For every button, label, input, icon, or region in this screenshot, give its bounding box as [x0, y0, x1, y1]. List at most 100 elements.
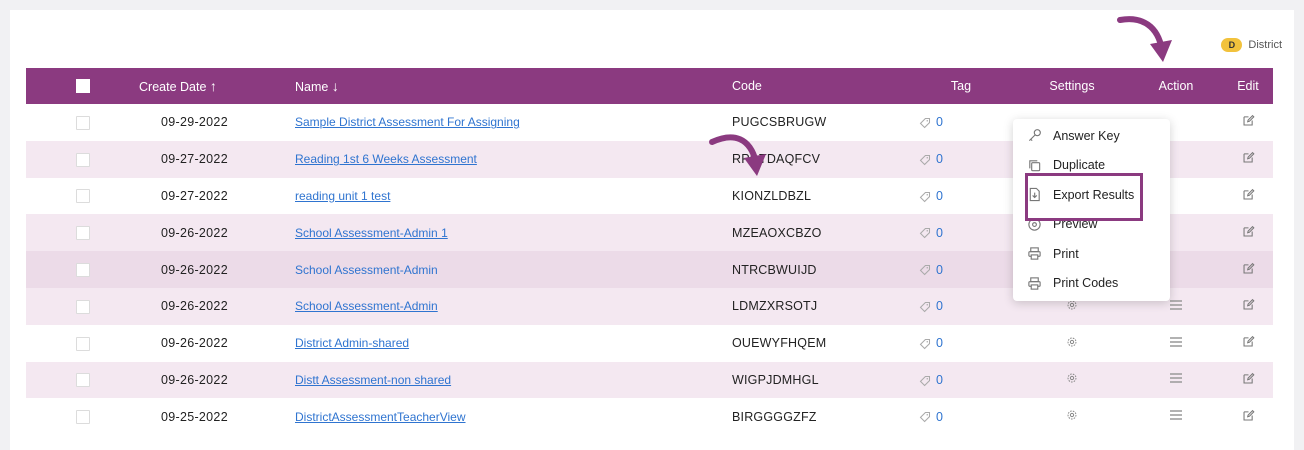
create-date-cell: 09-26-2022: [139, 214, 295, 252]
create-date-cell: 09-26-2022: [139, 361, 295, 399]
hamburger-icon[interactable]: [1169, 372, 1183, 384]
create-date-cell: 09-25-2022: [161, 409, 228, 424]
annotation-arrow-icon: [1117, 16, 1172, 62]
action-cell: [1129, 325, 1223, 362]
assessment-link[interactable]: Sample District Assessment For Assigning: [295, 115, 520, 129]
tag-cell[interactable]: 0: [907, 361, 1015, 399]
edit-icon[interactable]: [1242, 372, 1255, 385]
tag-count: 0: [936, 188, 943, 203]
row-checkbox-cell: [26, 178, 139, 215]
menu-label: Print Codes: [1053, 276, 1119, 291]
settings-cell: [1015, 398, 1129, 435]
name-header[interactable]: Name ↓: [295, 68, 732, 104]
create-date-cell: 09-26-2022: [161, 336, 228, 351]
create-date-header[interactable]: Create Date ↑: [139, 68, 295, 104]
row-checkbox[interactable]: [75, 373, 90, 388]
tag-icon: [919, 375, 931, 386]
assessment-link[interactable]: DistrictAssessmentTeacherView: [295, 410, 466, 424]
create-date-cell: 09-26-2022: [139, 287, 295, 325]
edit-cell: [1223, 361, 1273, 399]
edit-cell: [1223, 214, 1273, 252]
tag-cell[interactable]: 0: [907, 140, 1015, 178]
edit-cell: [1223, 325, 1273, 362]
tag-icon: [919, 265, 931, 276]
tag-cell[interactable]: 0: [907, 214, 1015, 252]
select-all-checkbox[interactable]: [75, 79, 90, 94]
edit-icon[interactable]: [1242, 114, 1255, 127]
row-checkbox[interactable]: [75, 152, 90, 167]
assessment-link[interactable]: School Assessment-Admin: [295, 299, 438, 313]
edit-icon[interactable]: [1242, 262, 1255, 275]
assessment-link[interactable]: School Assessment-Admin 1: [295, 226, 448, 240]
tag-cell[interactable]: 0: [907, 104, 1015, 141]
printer-icon: [1028, 247, 1041, 260]
row-checkbox-cell: [26, 214, 139, 252]
tag-cell[interactable]: 0: [907, 178, 1015, 215]
create-date-cell: 09-26-2022: [139, 251, 295, 288]
assessment-link[interactable]: reading unit 1 test: [295, 189, 390, 203]
tag-cell[interactable]: 0: [907, 398, 1015, 435]
gear-icon[interactable]: [1066, 336, 1078, 348]
edit-cell: [1223, 398, 1273, 435]
row-checkbox[interactable]: [75, 299, 90, 314]
tag-icon: [919, 412, 931, 423]
menu-item-answer-key[interactable]: Answer Key: [1013, 121, 1170, 151]
menu-label: Duplicate: [1053, 158, 1106, 173]
code-cell: BIRGGGGZFZ: [732, 409, 817, 424]
code-cell: WIGPJDMHGL: [732, 361, 907, 399]
table-row: 09-26-2022 District Admin-shared OUEWYFHQE…: [26, 325, 1273, 362]
edit-icon[interactable]: [1242, 151, 1255, 164]
assessment-link[interactable]: Reading 1st 6 Weeks Assessment: [295, 152, 477, 166]
row-checkbox[interactable]: [75, 410, 90, 425]
tag-icon: [919, 302, 931, 313]
row-checkbox[interactable]: [75, 189, 90, 204]
row-checkbox[interactable]: [75, 226, 90, 241]
tag-icon: [919, 191, 931, 202]
settings-cell: [1015, 361, 1129, 399]
name-header-label: Name: [295, 80, 329, 94]
arrow-down-icon: ↓: [331, 78, 339, 94]
tag-count: 0: [936, 152, 943, 167]
create-date-cell: 09-27-2022: [139, 140, 295, 178]
edit-icon[interactable]: [1242, 188, 1255, 201]
gear-icon[interactable]: [1066, 372, 1078, 384]
tag-icon: [919, 154, 931, 166]
tag-cell[interactable]: 0: [907, 325, 1015, 362]
tag-count: 0: [936, 336, 943, 351]
edit-icon[interactable]: [1242, 298, 1255, 311]
menu-item-print[interactable]: Print: [1013, 239, 1170, 269]
assessment-link[interactable]: District Admin-shared: [295, 336, 409, 350]
hamburger-icon[interactable]: [1169, 299, 1183, 311]
hamburger-icon[interactable]: [1169, 409, 1183, 421]
edit-icon[interactable]: [1242, 409, 1255, 422]
annotation-arrow-icon: [709, 134, 766, 176]
action-header: Action: [1158, 79, 1194, 93]
settings-cell: [1015, 325, 1129, 362]
hamburger-icon[interactable]: [1169, 336, 1183, 348]
district-badge: D: [1221, 38, 1243, 52]
tag-icon: [919, 118, 931, 129]
legend: D District: [1221, 38, 1282, 52]
menu-label: Print: [1053, 246, 1079, 261]
tag-cell[interactable]: 0: [907, 251, 1015, 288]
edit-icon[interactable]: [1242, 335, 1255, 348]
row-checkbox[interactable]: [75, 262, 90, 277]
tag-cell[interactable]: 0: [907, 287, 1015, 325]
edit-cell: [1223, 178, 1273, 215]
row-checkbox[interactable]: [75, 336, 90, 351]
tag-count: 0: [936, 372, 943, 387]
arrow-up-icon: ↑: [209, 78, 217, 94]
edit-icon[interactable]: [1242, 225, 1255, 238]
assessment-link[interactable]: Distt Assessment-non shared: [295, 373, 451, 387]
tag-icon: [919, 228, 931, 239]
tag-count: 0: [936, 262, 943, 277]
code-cell: OUEWYFHQEM: [732, 336, 827, 351]
row-checkbox[interactable]: [75, 115, 90, 130]
gear-icon[interactable]: [1066, 409, 1078, 421]
tag-count: 0: [936, 409, 943, 424]
assessment-link[interactable]: School Assessment-Admin: [295, 263, 438, 277]
code-cell: MZEAOXCBZO: [732, 214, 907, 252]
tag-count: 0: [936, 115, 943, 130]
menu-item-print-codes[interactable]: Print Codes: [1013, 269, 1170, 299]
edit-cell: [1223, 251, 1273, 288]
